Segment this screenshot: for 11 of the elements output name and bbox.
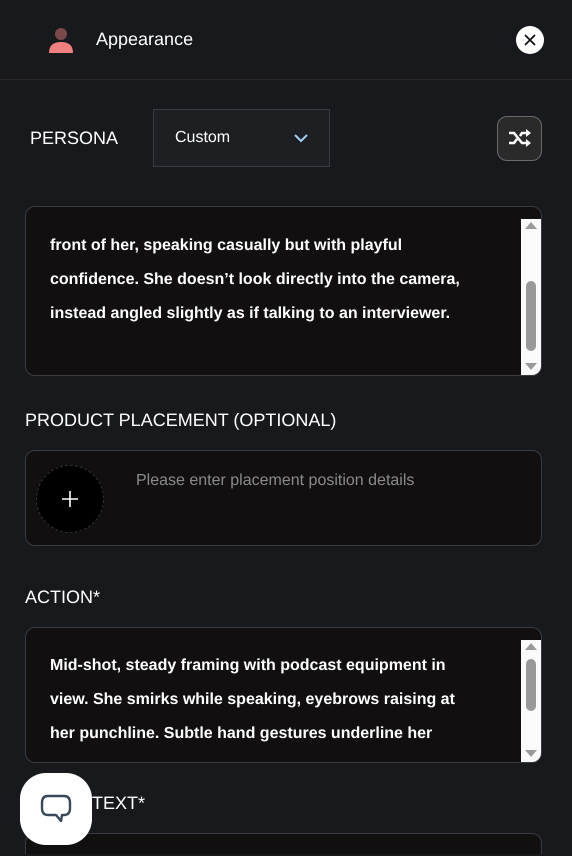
panel-title: Appearance	[96, 29, 194, 50]
field-text: front of her, speaking casually but with playful confidence. She doesn’t look directly into the camera, instead angled slightly as if talking to an interviewer.	[49, 236, 461, 324]
placement-field[interactable]: Please enter placement position details	[134, 471, 541, 491]
section-label: PRODUCT PLACEMENT (OPTIONAL)	[25, 410, 336, 430]
persona-dropdown[interactable]: Custom	[153, 109, 330, 167]
persona-label: PERSONA	[30, 128, 120, 148]
description-field[interactable]: front of her, speaking casually but with playful confidence. She doesn’t look directly into the camera, instead angled slightly as if talking to an interviewer.	[25, 206, 542, 376]
section-label: ACTION*	[25, 587, 100, 607]
section-label: TEXT*	[92, 793, 146, 813]
description-field[interactable]: Mid-shot, steady framing with podcast equipment in view. She smirks while speaking, eyebrows raising at her punchline. Subtle hand gestures underline her	[25, 627, 542, 763]
field-text: Mid-shot, steady framing with podcast equipment in view. She smirks while speaking, eyebrows raising at her punchline. Subtle hand gestures underline her	[49, 656, 456, 744]
